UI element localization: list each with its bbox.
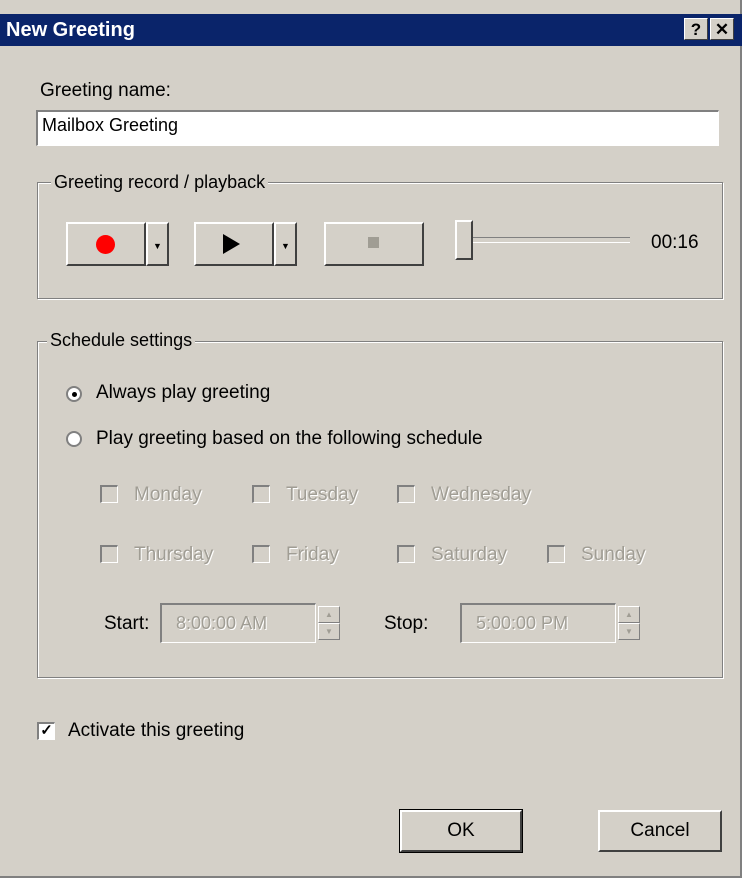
thursday-label: Thursday	[134, 544, 214, 565]
new-greeting-dialog: New Greeting ? ✕ Greeting name: Mailbox …	[0, 0, 742, 878]
schedule-play-radio[interactable]	[66, 431, 82, 447]
monday-checkbox[interactable]	[100, 485, 118, 503]
stop-time-label: Stop:	[384, 613, 429, 634]
greeting-name-label: Greeting name:	[40, 80, 171, 101]
spin-down-icon[interactable]: ▼	[618, 623, 640, 640]
tuesday-checkbox[interactable]	[252, 485, 270, 503]
start-time-spinner[interactable]: ▲ ▼	[318, 606, 340, 640]
stop-button[interactable]	[324, 222, 424, 266]
activate-greeting-checkbox[interactable]: ✓	[37, 722, 55, 740]
saturday-checkbox[interactable]	[397, 545, 415, 563]
wednesday-label: Wednesday	[431, 484, 531, 505]
help-button[interactable]: ?	[684, 18, 708, 40]
cancel-button[interactable]: Cancel	[598, 810, 722, 852]
stop-time-spinner[interactable]: ▲ ▼	[618, 606, 640, 640]
record-options-button[interactable]: ▼	[146, 222, 169, 266]
thursday-checkbox[interactable]	[100, 545, 118, 563]
playback-time: 00:16	[651, 232, 699, 253]
friday-checkbox[interactable]	[252, 545, 270, 563]
dropdown-arrow-icon: ▼	[153, 241, 162, 251]
saturday-label: Saturday	[431, 544, 508, 565]
sunday-checkbox[interactable]	[547, 545, 565, 563]
record-icon	[96, 235, 115, 254]
spin-up-icon[interactable]: ▲	[618, 606, 640, 623]
activate-greeting-label: Activate this greeting	[68, 720, 245, 741]
always-play-label: Always play greeting	[96, 382, 271, 403]
playback-slider-track[interactable]	[470, 237, 630, 243]
schedule-play-label: Play greeting based on the following sch…	[96, 428, 483, 449]
record-button[interactable]	[66, 222, 146, 266]
play-icon	[223, 234, 240, 254]
spin-down-icon[interactable]: ▼	[318, 623, 340, 640]
close-button[interactable]: ✕	[710, 18, 734, 40]
monday-label: Monday	[134, 484, 202, 505]
tuesday-label: Tuesday	[286, 484, 359, 505]
start-time-label: Start:	[104, 613, 150, 634]
greeting-name-input[interactable]: Mailbox Greeting	[36, 110, 719, 146]
always-play-radio[interactable]	[66, 386, 82, 402]
spin-up-icon[interactable]: ▲	[318, 606, 340, 623]
stop-time-input[interactable]: 5:00:00 PM	[460, 603, 616, 643]
wednesday-checkbox[interactable]	[397, 485, 415, 503]
dialog-title: New Greeting	[6, 19, 135, 41]
stop-icon	[368, 237, 379, 248]
friday-label: Friday	[286, 544, 339, 565]
playback-slider-thumb[interactable]	[455, 220, 473, 260]
start-time-input[interactable]: 8:00:00 AM	[160, 603, 316, 643]
dropdown-arrow-icon: ▼	[281, 241, 290, 251]
record-playback-title: Greeting record / playback	[51, 172, 269, 193]
schedule-settings-title: Schedule settings	[47, 330, 196, 351]
play-button[interactable]	[194, 222, 274, 266]
title-bar[interactable]: New Greeting ? ✕	[0, 14, 742, 46]
sunday-label: Sunday	[581, 544, 646, 565]
ok-button[interactable]: OK	[399, 809, 523, 853]
play-options-button[interactable]: ▼	[274, 222, 297, 266]
